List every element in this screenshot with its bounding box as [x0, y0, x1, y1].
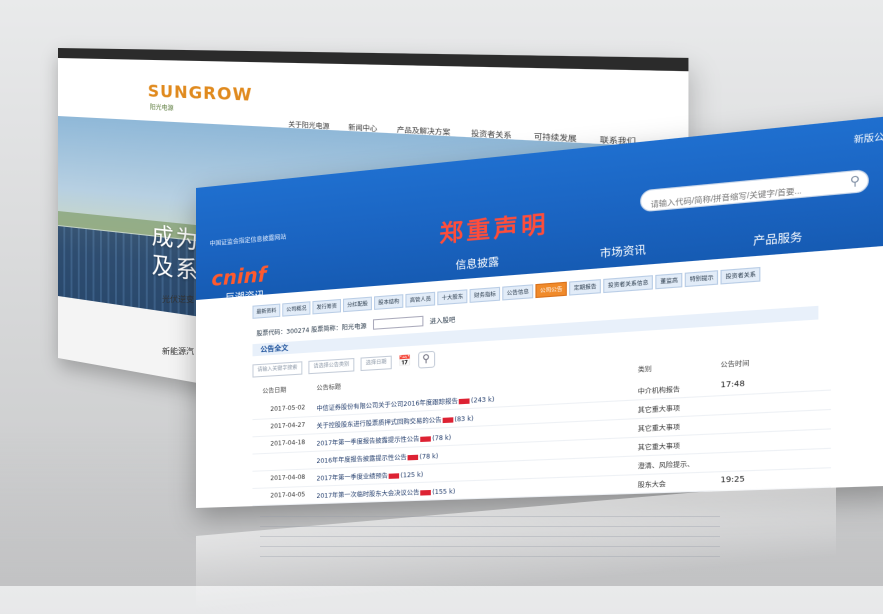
row-title-text: 2017年第一季度业绩预告: [316, 472, 388, 483]
subnav-item[interactable]: 发行筹资: [312, 298, 342, 315]
header-date[interactable]: 公告日期: [262, 385, 286, 395]
header-time: 公告时间: [720, 359, 750, 370]
subnav-item[interactable]: 十大股东: [437, 289, 468, 306]
stock-code-input[interactable]: [372, 315, 424, 330]
row-date: 2017-04-05: [270, 491, 306, 500]
row-category: 澄清、风险提示、: [637, 460, 695, 471]
sungrow-side-text: 光伏逆变: [162, 295, 194, 304]
screenshot-stage: SUNGROW 阳光电源 成为全球一流逆变设备 及系统解决方案供应商 关于阳光电…: [0, 0, 883, 614]
cninfo-logo-sub: 巨潮资讯: [225, 290, 265, 305]
section-title: 公告全文: [260, 343, 289, 354]
row-time: 19:25: [720, 474, 745, 485]
subnav-item[interactable]: 特别提示: [684, 270, 719, 288]
row-file-size: (83 k): [454, 415, 474, 424]
row-time: 17:48: [720, 379, 745, 390]
row-category: 其它重大事项: [637, 423, 681, 434]
subnav-item[interactable]: 公告信息: [502, 284, 534, 301]
sungrow-side-text: 新能源汽: [162, 347, 194, 356]
date-input[interactable]: 选择日期: [360, 355, 392, 371]
pdf-icon[interactable]: [459, 398, 470, 405]
row-title-link[interactable]: 2017年第一次临时股东大会决议公告 (155 k): [317, 486, 456, 500]
sungrow-logo[interactable]: SUNGROW: [148, 81, 253, 105]
row-category: 其它重大事项: [637, 404, 681, 415]
header-category[interactable]: 类别: [638, 363, 652, 375]
row-date: 2017-04-18: [270, 438, 306, 448]
filter-row: 请输入关键字搜索 请选择公告类别 选择日期 📅 ⚲: [252, 350, 435, 379]
beta-link[interactable]: 新版公测: [854, 129, 883, 146]
row-file-size: (125 k): [400, 471, 424, 480]
pdf-icon[interactable]: [420, 489, 432, 496]
pdf-icon[interactable]: [420, 436, 432, 443]
nav-market[interactable]: 市场资讯: [549, 232, 699, 271]
subnav-item[interactable]: 投资者关系: [720, 266, 761, 285]
calendar-icon[interactable]: 📅: [398, 355, 411, 367]
row-category: 其它重大事项: [637, 442, 681, 453]
row-date: 2017-04-08: [270, 473, 306, 483]
sungrow-nav-item[interactable]: 关于阳光电源: [288, 119, 329, 131]
row-title-text: 关于控股股东进行股票质押式回购交易的公告: [316, 416, 442, 431]
notice-title[interactable]: 郑重声明: [439, 205, 548, 249]
sungrow-nav-item[interactable]: 新闻中心: [348, 122, 377, 134]
subnav-item[interactable]: 最新资料: [252, 303, 281, 319]
header-title: 公告标题: [316, 383, 341, 393]
sungrow-nav-item[interactable]: 投资者关系: [471, 128, 511, 141]
enter-forum-button[interactable]: 进入股吧: [430, 314, 456, 325]
keyword-filter[interactable]: 请输入关键字搜索: [252, 360, 303, 378]
row-title-text: 2017年第一次临时股东大会决议公告: [316, 489, 420, 501]
subnav-item[interactable]: 定期报告: [569, 279, 602, 296]
nav-products[interactable]: 产品服务: [699, 218, 859, 258]
category-select[interactable]: 请选择公告类别: [308, 357, 355, 374]
row-title-link[interactable]: 2016年年度报告披露提示性公告 (78 k): [317, 451, 439, 465]
search-box: ⚲: [640, 168, 869, 218]
row-title-text: 2016年年度报告披露提示性公告: [316, 454, 407, 466]
row-category: 中介机构报告: [637, 386, 681, 397]
row-title-text: 2017年第一季度报告披露提示性公告: [316, 435, 420, 448]
sungrow-nav-item[interactable]: 可持续发展: [534, 131, 577, 144]
subnav-item[interactable]: 公司概况: [282, 301, 311, 317]
subnav-item[interactable]: 公司公告: [535, 281, 568, 299]
subnav-item[interactable]: 财务指标: [469, 286, 501, 303]
row-file-size: (78 k): [432, 434, 452, 443]
row-title-link[interactable]: 2017年第一季度业绩预告 (125 k): [317, 469, 424, 482]
row-file-size: (78 k): [419, 452, 439, 461]
subnav-item[interactable]: 投资者关系信息: [603, 275, 654, 294]
row-date: 2017-04-27: [270, 421, 306, 431]
site-note: 中国证监会指定信息披露网站: [209, 233, 287, 248]
row-date: 2017-05-02: [270, 404, 306, 414]
subnav-item[interactable]: 股本结构: [374, 294, 404, 310]
row-category: 股东大会: [637, 480, 666, 490]
reflection-lines: [260, 516, 720, 566]
nav-disclosure[interactable]: 信息披露: [408, 244, 549, 281]
row-file-size: (155 k): [432, 488, 456, 497]
subnav-item[interactable]: 高管人员: [405, 291, 436, 308]
row-file-size: (243 k): [470, 396, 495, 405]
search-input[interactable]: [641, 176, 848, 218]
pdf-icon[interactable]: [388, 473, 400, 479]
row-title-link[interactable]: 2017年第一季度报告披露提示性公告 (78 k): [317, 432, 452, 447]
sungrow-logo-sub: 阳光电源: [149, 103, 174, 113]
stock-code-label: 股票代码：300274 股票简称：阳光电源: [256, 322, 367, 338]
search-icon[interactable]: ⚲: [417, 350, 435, 369]
subnav-item[interactable]: 分红配股: [343, 296, 373, 313]
pdf-icon[interactable]: [442, 417, 454, 424]
search-icon[interactable]: ⚲: [850, 173, 860, 189]
subnav-item[interactable]: 董监高: [655, 272, 683, 290]
pdf-icon[interactable]: [407, 454, 419, 461]
